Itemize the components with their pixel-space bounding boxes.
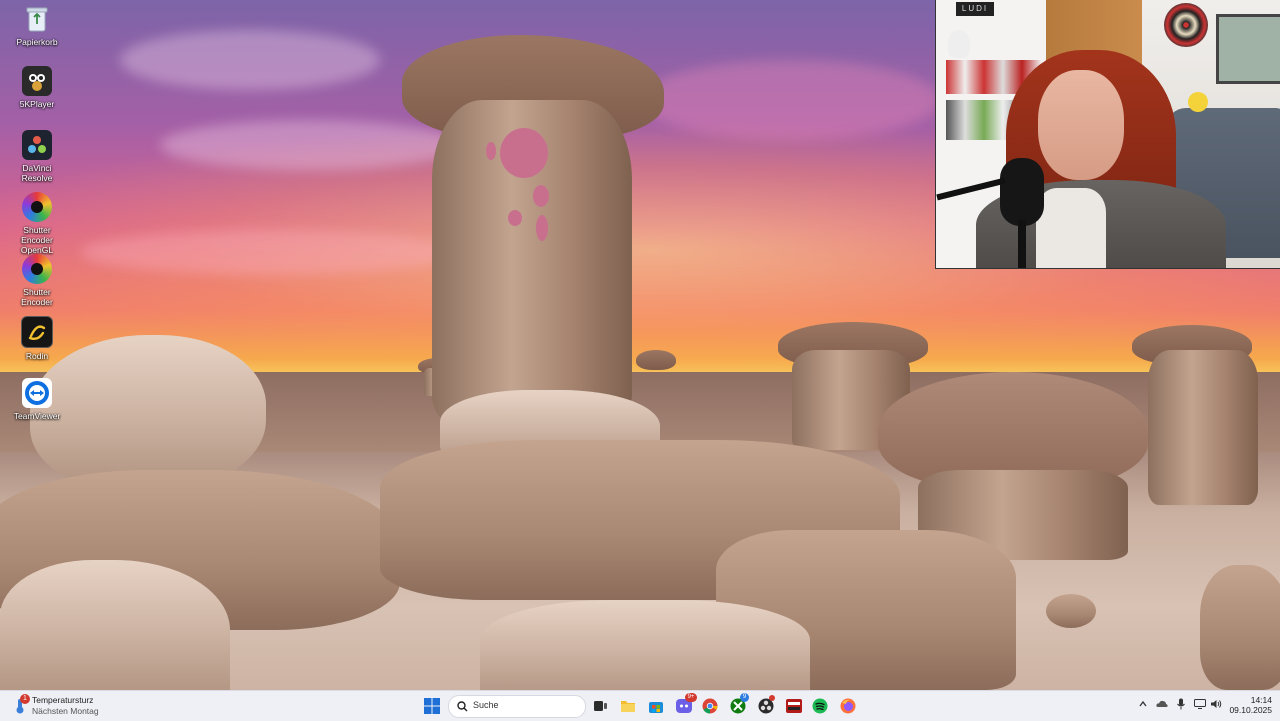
hoodoo-cap — [636, 350, 676, 370]
pikachu-plush — [1188, 92, 1208, 112]
desktop-icon-label: DaVinci Resolve — [21, 163, 53, 183]
clock-time: 14:14 — [1250, 695, 1272, 705]
shutter-encoder-icon — [22, 254, 52, 284]
cloud — [120, 30, 380, 90]
desktop-icon-5kplayer[interactable]: 5KPlayer — [8, 66, 66, 109]
volume-icon[interactable] — [1210, 699, 1222, 712]
clock-date: 09.10.2025 — [1229, 705, 1272, 715]
rock-formation — [1200, 565, 1280, 690]
davinci-resolve-icon — [22, 130, 52, 160]
chrome-icon[interactable] — [702, 698, 718, 714]
person-face — [1038, 70, 1124, 180]
notification-badge: 9 — [740, 693, 749, 702]
teamviewer-icon — [22, 378, 52, 408]
discord-icon[interactable]: 9+ — [676, 693, 697, 714]
figurine — [948, 30, 970, 58]
desktop-icon-label: Papierkorb — [16, 37, 58, 47]
spotify-icon[interactable] — [812, 698, 828, 714]
desktop-icon-label: TeamViewer — [13, 411, 61, 421]
tower-hole — [533, 185, 549, 207]
rodin-icon — [21, 316, 53, 348]
desktop-icon-shutter-encoder[interactable]: Shutter Encoder — [8, 254, 66, 307]
weather-subtitle: Nächsten Montag — [32, 706, 99, 716]
search-box[interactable]: Suche — [448, 695, 586, 718]
desktop-icon-shutter-encoder-opengl[interactable]: Shutter Encoder OpenGL — [8, 192, 66, 255]
search-icon — [457, 701, 468, 712]
dartboard — [1164, 3, 1208, 47]
wall-picture — [1216, 14, 1280, 84]
tower-hole — [508, 210, 522, 226]
task-view-icon[interactable] — [592, 698, 608, 714]
cloud — [80, 230, 460, 275]
webcam-overlay: LUDI — [935, 0, 1280, 269]
clock[interactable]: 14:14 09.10.2025 — [1228, 695, 1272, 716]
shutter-encoder-icon — [22, 192, 52, 222]
microphone — [1000, 158, 1044, 226]
desktop-icon-label: 5KPlayer — [19, 99, 55, 109]
desktop-icon-label: Shutter Encoder OpenGL — [20, 225, 54, 255]
tower-hole — [500, 128, 548, 178]
microphone-icon[interactable] — [1176, 698, 1186, 713]
desktop-icon-rodin[interactable]: Rodin — [8, 316, 66, 361]
taskbar: 1 Temperatursturz Nächsten Montag Suche … — [0, 690, 1280, 721]
start-menu-icon[interactable] — [424, 698, 440, 714]
rock-formation — [480, 600, 810, 690]
desktop-icon-teamviewer[interactable]: TeamViewer — [8, 378, 66, 421]
notification-dot — [769, 695, 775, 701]
file-explorer-icon[interactable] — [620, 698, 636, 714]
tower-hole — [536, 215, 548, 241]
video-editor-icon[interactable] — [786, 698, 802, 714]
desktop-icon-label: Rodin — [25, 351, 49, 361]
notification-badge: 9+ — [685, 693, 697, 702]
xbox-icon[interactable]: 9 — [730, 693, 749, 714]
5kplayer-icon — [22, 66, 52, 96]
hoodoo-column — [1148, 350, 1258, 505]
mic-stand — [1018, 220, 1026, 268]
small-stone — [1046, 594, 1096, 628]
rock-formation — [0, 560, 230, 690]
firefox-icon[interactable] — [840, 698, 856, 714]
chevron-up-icon[interactable] — [1138, 699, 1148, 712]
store-icon[interactable] — [648, 698, 664, 714]
search-placeholder: Suche — [473, 700, 499, 710]
obs-icon[interactable] — [758, 695, 775, 714]
desktop-icon-recycle-bin[interactable]: Papierkorb — [8, 4, 66, 47]
display-icon[interactable] — [1194, 699, 1206, 712]
person-shirt — [1036, 188, 1106, 268]
weather-widget[interactable]: 1 Temperatursturz Nächsten Montag — [12, 694, 122, 718]
desktop-icon-davinci-resolve[interactable]: DaVinci Resolve — [8, 130, 66, 183]
recycle-bin-icon — [22, 4, 52, 34]
ludi-sign: LUDI — [956, 2, 994, 16]
cloud — [160, 120, 460, 170]
cloud — [640, 60, 940, 140]
onedrive-icon[interactable] — [1156, 699, 1168, 712]
desktop-icon-label: Shutter Encoder — [21, 287, 53, 307]
tower-hole — [486, 142, 496, 160]
weather-title: Temperatursturz — [32, 695, 94, 705]
weather-alert-badge: 1 — [20, 694, 30, 704]
